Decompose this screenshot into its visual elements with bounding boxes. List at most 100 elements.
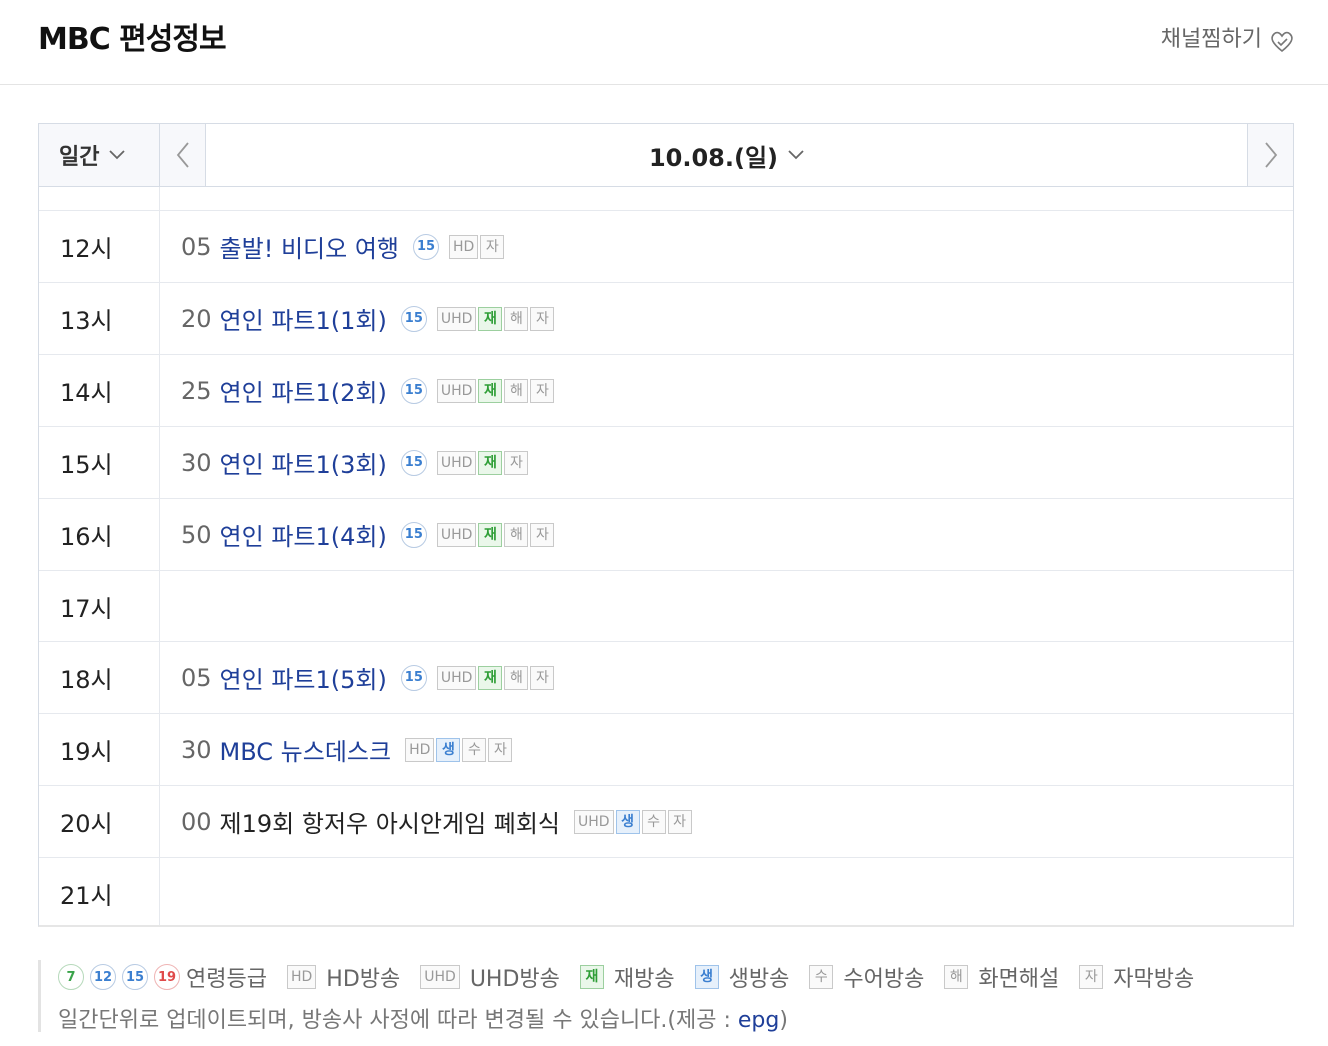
program-title[interactable]: 연인 파트1(5회) <box>220 660 387 695</box>
age-rating-badge: 15 <box>413 233 439 260</box>
program-cell: 30 연인 파트1(3회) 15 UHD 재 자 <box>160 427 1293 498</box>
age-rating-badge: 15 <box>400 449 427 476</box>
legend-badges: 7 12 15 19 연령등급 HD HD방송 UHD UHD방송 재 재방송 생 생방송 수 수어방송 해 화… <box>58 960 1288 994</box>
hour-label: 21시 <box>60 881 113 910</box>
period-select[interactable]: 일간 <box>39 124 160 186</box>
program-minute: 30 <box>181 448 212 477</box>
broadcast-badge: 자 <box>530 306 555 331</box>
program-title[interactable]: 연인 파트1(3회) <box>220 445 387 480</box>
broadcast-badge: 해 <box>504 306 529 331</box>
legend-label: HD방송 <box>326 967 401 992</box>
program-minute: 20 <box>181 304 212 333</box>
legend-label: 재방송 <box>613 967 675 992</box>
period-label: 일간 <box>59 145 100 170</box>
age-rating-badge: 7 <box>58 964 84 990</box>
broadcast-badge: 생 <box>615 809 640 834</box>
page-title: MBC 편성정보 <box>38 22 227 57</box>
broadcast-badge: UHD <box>436 665 477 690</box>
hour-label: 20시 <box>60 810 113 838</box>
legend-badge: HD <box>286 965 317 989</box>
legend-note: 일간단위로 업데이트되며, 방송사 사정에 따라 변경될 수 있습니다.(제공 … <box>58 1002 1288 1034</box>
legend-label: 생방송 <box>728 967 790 992</box>
chevron-down-icon <box>788 150 804 160</box>
legend-note-text: 일간단위로 업데이트되며, 방송사 사정에 따라 변경될 수 있습니다.(제공 … <box>58 1008 738 1033</box>
program-cell <box>160 571 1293 641</box>
program-minute: 50 <box>181 520 212 549</box>
legend: 7 12 15 19 연령등급 HD HD방송 UHD UHD방송 재 재방송 생 생방송 수 수어방송 해 화… <box>38 960 1288 1034</box>
channel-favorite-button[interactable]: 채널찜하기 <box>1161 20 1296 54</box>
schedule-table: 일간 10.08.(일) 12시 05 출발! 비디오 여행 15 HD 자 13시 20 연인… <box>38 123 1294 927</box>
hour-cell: 21시 <box>39 858 160 925</box>
age-rating-badge: 12 <box>90 964 116 990</box>
hour-label: 16시 <box>60 523 113 551</box>
hour-label: 15시 <box>60 451 113 479</box>
age-rating-badge: 15 <box>122 964 148 990</box>
age-rating-badge: 15 <box>400 377 427 404</box>
chevron-down-icon <box>109 150 126 160</box>
broadcast-badge: UHD <box>436 450 477 475</box>
prev-day-button[interactable] <box>160 124 206 186</box>
program-cell: 30 MBC 뉴스데스크 HD 생 수 자 <box>160 714 1293 785</box>
age-rating-badge: 15 <box>400 521 427 548</box>
age-rating-badge: 19 <box>154 964 180 990</box>
program-minute: 05 <box>181 232 212 261</box>
next-day-button[interactable] <box>1247 124 1293 186</box>
hour-label: 13시 <box>60 307 113 335</box>
program-minute: 05 <box>181 663 212 692</box>
program-minute: 25 <box>181 376 212 405</box>
broadcast-badge: 수 <box>641 809 666 834</box>
page-header: MBC 편성정보 채널찜하기 <box>0 0 1328 85</box>
program-title[interactable]: 출발! 비디오 여행 <box>220 229 399 264</box>
legend-note-end: ) <box>779 1008 788 1033</box>
legend-label: UHD방송 <box>469 967 560 992</box>
broadcast-badge: HD <box>449 234 479 259</box>
program-title[interactable]: 연인 파트1(2회) <box>220 373 387 408</box>
broadcast-badge: 자 <box>488 737 513 762</box>
legend-badge: 생 <box>694 965 719 989</box>
broadcast-badge: 생 <box>436 737 461 762</box>
schedule-row: 21시 <box>39 858 1293 925</box>
legend-badge: 수 <box>809 965 834 989</box>
program-cell <box>160 186 1293 210</box>
program-cell <box>160 858 1293 925</box>
chevron-right-icon <box>1264 142 1277 168</box>
hour-cell: 15시 <box>39 427 160 498</box>
date-select[interactable]: 10.08.(일) <box>206 124 1247 186</box>
hour-cell: 18시 <box>39 642 160 713</box>
program-title[interactable]: 연인 파트1(4회) <box>220 517 387 552</box>
age-rating-badge: 15 <box>400 305 427 332</box>
legend-label: 연령등급 <box>186 967 267 992</box>
program-title[interactable]: 연인 파트1(1회) <box>220 301 387 336</box>
broadcast-badge: 자 <box>530 522 555 547</box>
source-link[interactable]: epg <box>738 1008 779 1033</box>
legend-badge: 자 <box>1079 965 1104 989</box>
program-minute: 00 <box>181 807 212 836</box>
broadcast-badge: 자 <box>480 234 505 259</box>
broadcast-badge: 재 <box>478 522 503 547</box>
program-minute: 30 <box>181 735 212 764</box>
schedule-row: 18시 05 연인 파트1(5회) 15 UHD 재 해 자 <box>39 642 1293 714</box>
hour-cell: 16시 <box>39 499 160 570</box>
legend-badge: 재 <box>579 965 604 989</box>
schedule-rows: 12시 05 출발! 비디오 여행 15 HD 자 13시 20 연인 파트1(1회) 15 UHD… <box>39 186 1293 925</box>
hour-cell: 19시 <box>39 714 160 785</box>
hour-label: 12시 <box>60 235 113 263</box>
legend-badge: UHD <box>420 965 460 989</box>
legend-label: 화면해설 <box>978 967 1060 992</box>
broadcast-badge: UHD <box>436 306 477 331</box>
broadcast-badge: 해 <box>504 378 529 403</box>
broadcast-badge: 재 <box>478 450 503 475</box>
hour-label: 19시 <box>60 738 113 766</box>
program-cell: 50 연인 파트1(4회) 15 UHD 재 해 자 <box>160 499 1293 570</box>
chevron-left-icon <box>176 142 189 168</box>
broadcast-badge: UHD <box>574 809 614 834</box>
schedule-row-partial <box>39 186 1293 211</box>
broadcast-badge: 자 <box>530 378 555 403</box>
program-cell: 05 연인 파트1(5회) 15 UHD 재 해 자 <box>160 642 1293 713</box>
schedule-row: 13시 20 연인 파트1(1회) 15 UHD 재 해 자 <box>39 283 1293 355</box>
legend-badge: 해 <box>944 965 969 989</box>
program-title[interactable]: MBC 뉴스데스크 <box>220 732 392 767</box>
program-title: 제19회 항저우 아시안게임 폐회식 <box>219 810 561 838</box>
hour-cell: 12시 <box>39 211 160 282</box>
broadcast-badge: HD <box>405 737 435 762</box>
